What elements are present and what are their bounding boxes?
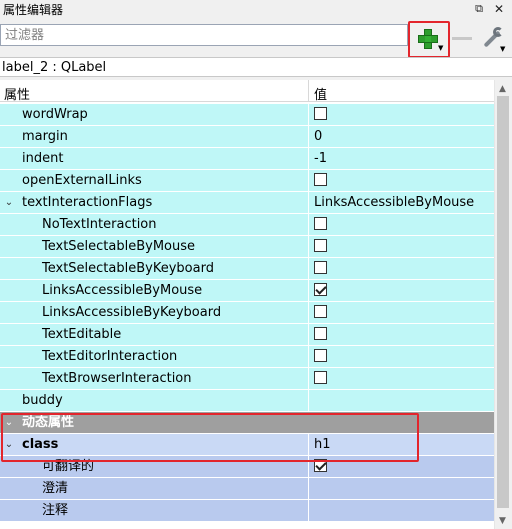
panel-title: 属性编辑器 bbox=[3, 3, 64, 17]
buddy-value[interactable] bbox=[308, 390, 494, 412]
close-icon[interactable]: ✕ bbox=[492, 2, 506, 16]
vertical-scrollbar[interactable]: ▲ ▼ bbox=[494, 80, 512, 529]
property-label: class bbox=[22, 437, 59, 452]
margin-value[interactable]: 0 bbox=[308, 126, 494, 148]
collapse-arrow-icon[interactable]: ⌄ bbox=[3, 192, 15, 214]
row-flag-textselectablebymouse[interactable]: TextSelectableByMouse bbox=[0, 236, 494, 258]
property-label: 澄清 bbox=[42, 481, 69, 496]
row-wordwrap[interactable]: wordWrap bbox=[0, 104, 494, 126]
header-value[interactable]: 值 bbox=[314, 84, 327, 103]
dropdown-arrow-icon: ▼ bbox=[438, 44, 444, 52]
property-label: LinksAccessibleByKeyboard bbox=[42, 305, 222, 320]
property-label: indent bbox=[22, 151, 64, 166]
row-indent[interactable]: indent -1 bbox=[0, 148, 494, 170]
float-icon[interactable]: ⧉ bbox=[472, 2, 486, 16]
property-label: TextSelectableByKeyboard bbox=[42, 261, 214, 276]
property-label: 可翻译的 bbox=[42, 459, 95, 474]
minus-icon[interactable] bbox=[452, 37, 472, 40]
class-value[interactable]: h1 bbox=[308, 434, 494, 456]
row-comment[interactable]: 注释 bbox=[0, 500, 494, 522]
translatable-checkbox[interactable] bbox=[314, 459, 327, 472]
row-translatable[interactable]: 可翻译的 bbox=[0, 456, 494, 478]
property-label: TextEditorInteraction bbox=[42, 349, 178, 364]
row-disambiguation[interactable]: 澄清 bbox=[0, 478, 494, 500]
row-flag-linksaccessiblebymouse[interactable]: LinksAccessibleByMouse bbox=[0, 280, 494, 302]
property-label: buddy bbox=[22, 393, 63, 408]
row-openexternallinks[interactable]: openExternalLinks bbox=[0, 170, 494, 192]
notextinteraction-checkbox[interactable] bbox=[314, 217, 327, 230]
linksaccessiblebymouse-checkbox[interactable] bbox=[314, 283, 327, 296]
scroll-thumb[interactable] bbox=[497, 96, 509, 508]
disambiguation-value[interactable] bbox=[308, 478, 494, 500]
textbrowserinteraction-checkbox[interactable] bbox=[314, 371, 327, 384]
scroll-down-icon[interactable]: ▼ bbox=[499, 516, 506, 526]
openexternallinks-checkbox[interactable] bbox=[314, 173, 327, 186]
collapse-arrow-icon[interactable]: ⌄ bbox=[3, 434, 15, 456]
row-textinteractionflags[interactable]: ⌄ textInteractionFlags LinksAccessibleBy… bbox=[0, 192, 494, 214]
row-buddy[interactable]: buddy bbox=[0, 390, 494, 412]
row-flag-texteditorinteraction[interactable]: TextEditorInteraction bbox=[0, 346, 494, 368]
property-label: textInteractionFlags bbox=[22, 195, 153, 210]
property-label: LinksAccessibleByMouse bbox=[42, 283, 203, 298]
textselectablebykeyboard-checkbox[interactable] bbox=[314, 261, 327, 274]
row-margin[interactable]: margin 0 bbox=[0, 126, 494, 148]
row-dynamic-properties-group[interactable]: ⌄ 动态属性 bbox=[0, 412, 494, 434]
collapse-arrow-icon[interactable]: ⌄ bbox=[3, 412, 15, 434]
property-label: TextSelectableByMouse bbox=[42, 239, 196, 254]
property-label: 注释 bbox=[42, 503, 69, 518]
property-label: wordWrap bbox=[22, 107, 88, 122]
row-flag-texteditable[interactable]: TextEditable bbox=[0, 324, 494, 346]
property-table: 属性 值 wordWrap margin 0 indent -1 openExt… bbox=[0, 80, 494, 529]
filter-input[interactable] bbox=[0, 24, 408, 46]
row-flag-linksaccessiblebykeyboard[interactable]: LinksAccessibleByKeyboard bbox=[0, 302, 494, 324]
row-class[interactable]: ⌄ class h1 bbox=[0, 434, 494, 456]
configure-button[interactable]: ▼ bbox=[478, 26, 506, 53]
property-label: TextEditable bbox=[42, 327, 122, 342]
property-label: margin bbox=[22, 129, 68, 144]
row-flag-textselectablebykeyboard[interactable]: TextSelectableByKeyboard bbox=[0, 258, 494, 280]
wordwrap-checkbox[interactable] bbox=[314, 107, 327, 120]
dropdown-arrow-icon: ▼ bbox=[500, 45, 506, 53]
textinteractionflags-value[interactable]: LinksAccessibleByMouse bbox=[308, 192, 494, 214]
row-flag-textbrowserinteraction[interactable]: TextBrowserInteraction bbox=[0, 368, 494, 390]
panel-titlebar: 属性编辑器 ⧉ ✕ bbox=[0, 0, 512, 18]
textselectablebymouse-checkbox[interactable] bbox=[314, 239, 327, 252]
indent-value[interactable]: -1 bbox=[308, 148, 494, 170]
property-label: TextBrowserInteraction bbox=[42, 371, 192, 386]
group-label: 动态属性 bbox=[22, 415, 75, 430]
texteditorinteraction-checkbox[interactable] bbox=[314, 349, 327, 362]
table-header: 属性 值 bbox=[0, 80, 494, 103]
add-dynamic-property-button[interactable]: ▼ bbox=[414, 27, 444, 52]
toolbar: ▼ ▼ bbox=[0, 18, 512, 56]
property-label: NoTextInteraction bbox=[42, 217, 157, 232]
header-property[interactable]: 属性 bbox=[4, 84, 30, 103]
row-flag-notextinteraction[interactable]: NoTextInteraction bbox=[0, 214, 494, 236]
property-label: openExternalLinks bbox=[22, 173, 142, 188]
comment-value[interactable] bbox=[308, 500, 494, 522]
scroll-up-icon[interactable]: ▲ bbox=[499, 84, 506, 94]
texteditable-checkbox[interactable] bbox=[314, 327, 327, 340]
object-class-label: label_2 : QLabel bbox=[0, 57, 512, 77]
object-name: label_2 : QLabel bbox=[2, 60, 107, 75]
linksaccessiblebykeyboard-checkbox[interactable] bbox=[314, 305, 327, 318]
